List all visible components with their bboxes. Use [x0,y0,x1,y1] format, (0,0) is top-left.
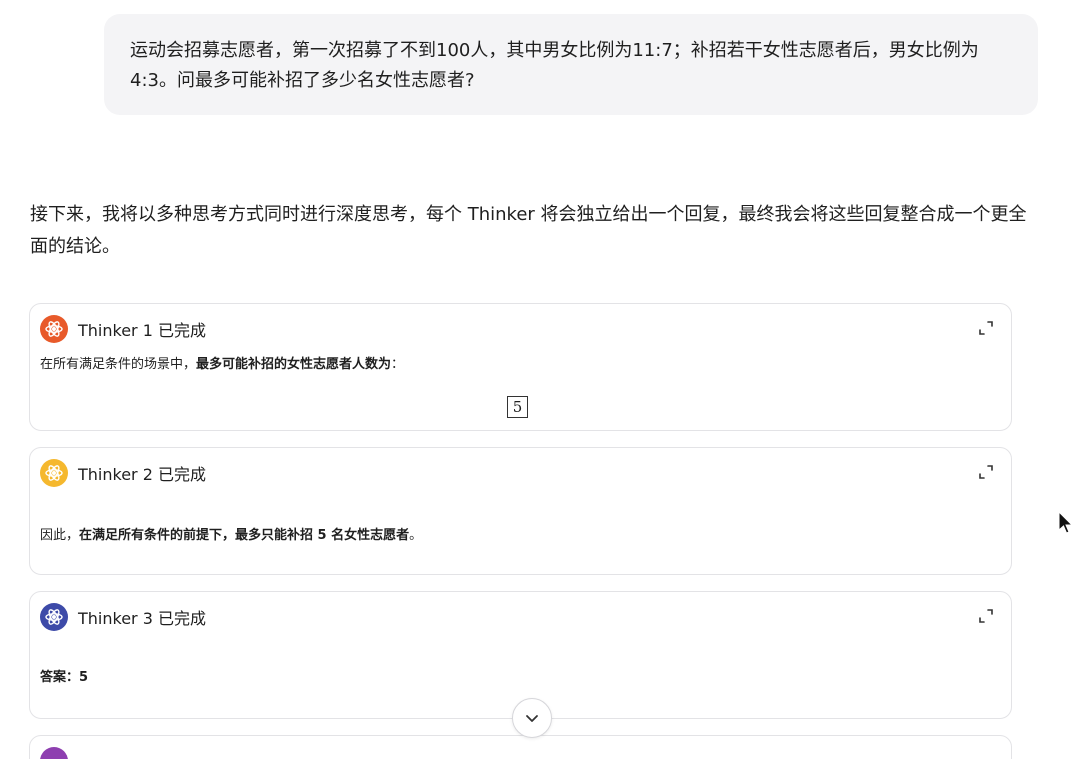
chat-page: 运动会招募志愿者，第一次招募了不到100人，其中男女比例为11:7；补招若干女性… [0,0,1079,759]
thinker-card-4[interactable] [29,735,1012,759]
expand-icon[interactable] [977,463,995,481]
thinker-card-2[interactable]: Thinker 2 已完成 因此，在满足所有条件的前提下，最多只能补招 5 名女… [29,447,1012,575]
atom-icon [40,459,68,487]
user-message-bubble: 运动会招募志愿者，第一次招募了不到100人，其中男女比例为11:7；补招若干女性… [104,14,1038,115]
thinker-card-1[interactable]: Thinker 1 已完成 在所有满足条件的场景中，最多可能补招的女性志愿者人数… [29,303,1012,431]
expand-icon[interactable] [977,607,995,625]
thinker-header: Thinker 1 已完成 [40,315,206,343]
thinker-title: Thinker 2 已完成 [78,465,206,484]
thinker-title: Thinker 3 已完成 [78,609,206,628]
thinker-summary: 因此，在满足所有条件的前提下，最多只能补招 5 名女性志愿者。 [40,528,423,543]
thinker-summary: 在所有满足条件的场景中，最多可能补招的女性志愿者人数为： [40,357,405,372]
thinker-summary: 答案：5 [40,670,89,685]
assistant-intro: 接下来，我将以多种思考方式同时进行深度思考，每个 Thinker 将会独立给出一… [30,204,1027,257]
scroll-down-button[interactable] [512,698,552,738]
atom-icon [40,315,68,343]
thinker-header: Thinker 3 已完成 [40,603,206,631]
boxed-answer: 5 [507,396,528,418]
thinker-header: Thinker 2 已完成 [40,459,206,487]
mouse-cursor-icon [1058,511,1074,534]
user-message-text: 运动会招募志愿者，第一次招募了不到100人，其中男女比例为11:7；补招若干女性… [130,40,979,91]
chevron-down-icon [526,715,538,722]
expand-icon[interactable] [977,319,995,337]
atom-icon [40,603,68,631]
thinker-card-3[interactable]: Thinker 3 已完成 答案：5 [29,591,1012,719]
thinker-title: Thinker 1 已完成 [78,321,206,340]
atom-icon [40,747,68,759]
